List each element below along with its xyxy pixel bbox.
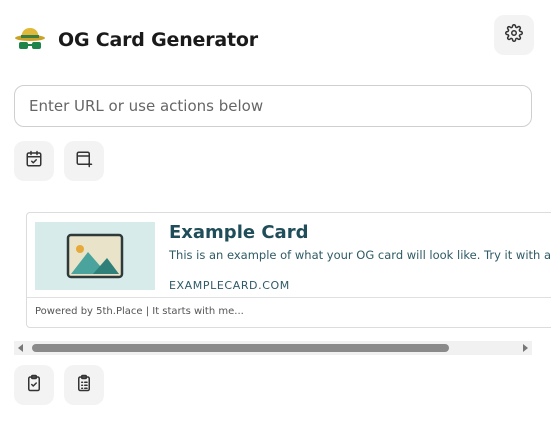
calendar-check-icon: [25, 150, 43, 172]
card-url: EXAMPLECARD.COM: [169, 279, 290, 292]
image-placeholder-icon: [35, 222, 155, 290]
scroll-thumb[interactable]: [32, 344, 449, 352]
detective-logo-icon: [14, 24, 46, 56]
card-footer: Powered by 5th.Place | It starts with me…: [35, 306, 244, 317]
calendar-check-button[interactable]: [14, 141, 54, 181]
app-header: OG Card Generator: [14, 20, 258, 60]
app-title: OG Card Generator: [58, 29, 258, 51]
card-image: [35, 222, 155, 290]
url-input[interactable]: [14, 85, 532, 127]
gear-icon: [505, 24, 523, 46]
horizontal-scrollbar[interactable]: [14, 341, 532, 355]
card-divider: [27, 297, 551, 298]
scroll-left-icon[interactable]: [18, 344, 23, 352]
browser-window-add-icon: [75, 150, 93, 172]
settings-button[interactable]: [494, 15, 534, 55]
card-description: This is an example of what your OG card …: [169, 248, 551, 262]
card-preview-area: Example Card This is an example of what …: [14, 212, 551, 342]
copy-button[interactable]: [14, 365, 54, 405]
og-card-preview[interactable]: Example Card This is an example of what …: [26, 212, 551, 328]
scroll-right-icon[interactable]: [523, 344, 528, 352]
clipboard-check-icon: [25, 374, 43, 396]
card-title: Example Card: [169, 222, 309, 243]
clipboard-list-icon: [75, 374, 93, 396]
clipboard-list-button[interactable]: [64, 365, 104, 405]
open-page-button[interactable]: [64, 141, 104, 181]
